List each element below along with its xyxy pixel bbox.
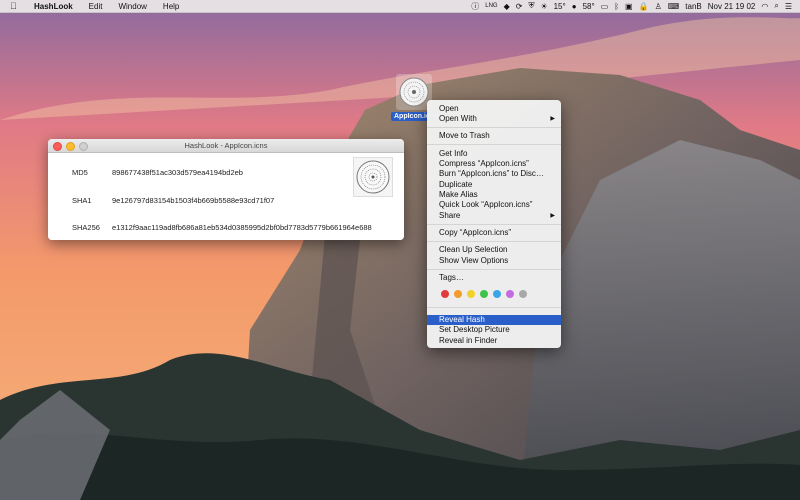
menu-item-compress[interactable]: Compress “AppIcon.icns” xyxy=(427,159,561,169)
battery-icon[interactable]: ▭ xyxy=(601,2,609,11)
menu-item-duplicate[interactable]: Duplicate xyxy=(427,180,561,190)
menu-window[interactable]: Window xyxy=(118,2,146,11)
menu-item-share-label: Share xyxy=(439,211,461,220)
context-menu: Open Open With ▶ Move to Trash Get Info … xyxy=(427,100,561,348)
menu-help[interactable]: Help xyxy=(163,2,179,11)
lock-icon[interactable]: 🔒 xyxy=(639,2,649,11)
menu-item-reveal-hash[interactable]: Reveal Hash xyxy=(427,315,561,325)
user-icon[interactable]: ♙ xyxy=(655,2,662,11)
menu-separator xyxy=(427,241,561,242)
menu-separator xyxy=(427,144,561,145)
menu-separator xyxy=(427,269,561,270)
menu-separator xyxy=(427,127,561,128)
submenu-arrow-icon: ▶ xyxy=(550,213,555,219)
menu-item-open-with-label: Open With xyxy=(439,114,477,123)
tag-color-dot[interactable] xyxy=(506,290,514,298)
menu-separator xyxy=(427,224,561,225)
dropbox-icon[interactable]: ◆ xyxy=(504,2,510,11)
menu-item-burn[interactable]: Burn “AppIcon.icns” to Disc… xyxy=(427,169,561,179)
sha256-value[interactable]: e1312f9aac119ad8fb686a81eb534d0385995d2b… xyxy=(112,223,372,232)
menu-item-make-alias[interactable]: Make Alias xyxy=(427,190,561,200)
tag-color-dot[interactable] xyxy=(519,290,527,298)
menu-edit[interactable]: Edit xyxy=(89,2,103,11)
shield-icon[interactable]: ⛨ xyxy=(528,1,534,11)
language-indicator[interactable]: LNG xyxy=(485,3,497,9)
tag-color-dot[interactable] xyxy=(480,290,488,298)
zoom-button[interactable] xyxy=(79,142,88,151)
tag-color-dot[interactable] xyxy=(493,290,501,298)
wifi-icon[interactable]: ◠ xyxy=(761,2,768,11)
window-title: HashLook - AppIcon.icns xyxy=(184,141,268,150)
menu-item-open[interactable]: Open xyxy=(427,104,561,114)
user-name[interactable]: tanB xyxy=(685,2,701,11)
tag-color-dot[interactable] xyxy=(454,290,462,298)
menu-item-copy[interactable]: Copy “AppIcon.icns” xyxy=(427,228,561,238)
menu-item-quick-look[interactable]: Quick Look “AppIcon.icns” xyxy=(427,200,561,210)
tag-color-dot[interactable] xyxy=(441,290,449,298)
hash-panel: MD5 898677438f51ac303d579ea4194bd2eb SHA… xyxy=(48,153,404,240)
submenu-arrow-icon: ▶ xyxy=(550,116,555,122)
clock[interactable]: Nov 21 19 02 xyxy=(708,2,756,11)
sha1-value[interactable]: 9e126797d83154b1503f4b669b5588e93cd71f07 xyxy=(112,196,274,205)
menu-item-reveal-in-finder[interactable]: Reveal in Finder xyxy=(427,336,561,346)
menu-item-get-info[interactable]: Get Info xyxy=(427,149,561,159)
menu-bar:  HashLook Edit Window Help ⓘ LNG ◆ ⟳ ⛨ … xyxy=(0,0,800,13)
sha256-label: SHA256 xyxy=(72,222,100,232)
menu-separator xyxy=(427,307,561,308)
moon-icon[interactable]: ● xyxy=(572,2,577,11)
menu-item-move-to-trash[interactable]: Move to Trash xyxy=(427,131,561,141)
sha1-label: SHA1 xyxy=(72,195,92,205)
info-icon[interactable]: ⓘ xyxy=(471,1,479,12)
tag-color-dot[interactable] xyxy=(467,290,475,298)
temperature[interactable]: 15° xyxy=(554,2,566,11)
keyboard-icon[interactable]: ⌨ xyxy=(668,2,680,11)
apple-menu-icon[interactable]:  xyxy=(10,1,26,11)
md5-value[interactable]: 898677438f51ac303d579ea4194bd2eb xyxy=(112,168,243,177)
hashlook-window: HashLook - AppIcon.icns MD5 898677438f51… xyxy=(48,139,404,240)
minimize-button[interactable] xyxy=(66,142,75,151)
menu-item-clean-up-selection[interactable]: Clean Up Selection xyxy=(427,245,561,255)
md5-label: MD5 xyxy=(72,167,88,177)
display-icon[interactable]: ▣ xyxy=(625,2,633,11)
close-button[interactable] xyxy=(53,142,62,151)
menu-item-show-view-options[interactable]: Show View Options xyxy=(427,256,561,266)
sync-icon[interactable]: ⟳ xyxy=(516,2,523,11)
menu-item-tags[interactable]: Tags… xyxy=(427,273,561,283)
weather-icon[interactable]: ☀ xyxy=(540,2,547,11)
bluetooth-icon[interactable]: ᛒ xyxy=(614,2,619,11)
notification-center-icon[interactable]: ☰ xyxy=(785,2,792,11)
temperature-secondary[interactable]: 58° xyxy=(583,2,595,11)
file-thumbnail xyxy=(353,157,393,197)
menu-item-share[interactable]: Share ▶ xyxy=(427,211,561,221)
menu-item-open-with[interactable]: Open With ▶ xyxy=(427,114,561,124)
window-titlebar[interactable]: HashLook - AppIcon.icns xyxy=(48,139,404,153)
app-menu-hashlook[interactable]: HashLook xyxy=(34,2,73,11)
menu-item-set-desktop-picture[interactable]: Set Desktop Picture xyxy=(427,325,561,335)
search-icon[interactable]: ⌕ xyxy=(774,1,778,11)
